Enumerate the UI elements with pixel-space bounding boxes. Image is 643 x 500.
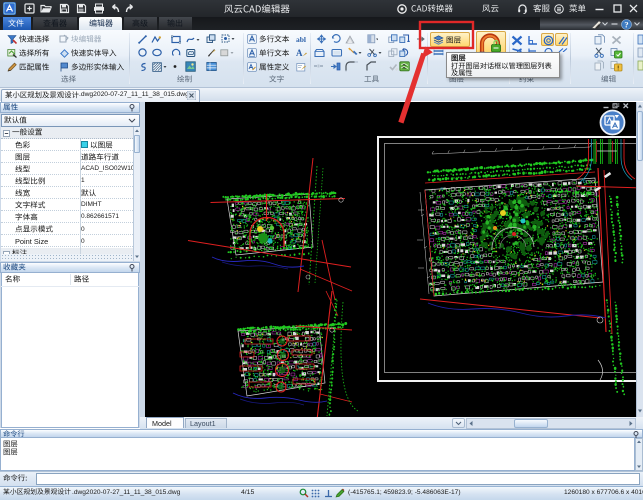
svg-text:A: A — [296, 48, 303, 58]
svg-text:abl: abl — [296, 35, 306, 44]
svg-text:?: ? — [624, 19, 628, 29]
